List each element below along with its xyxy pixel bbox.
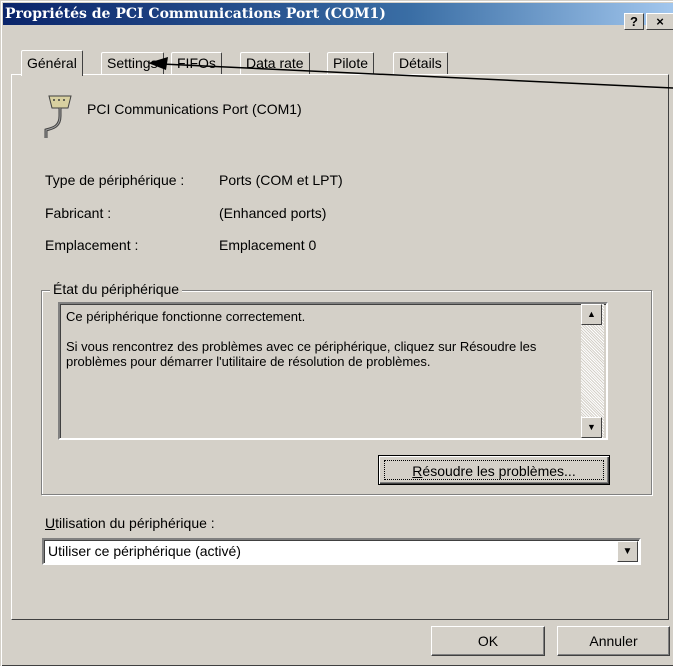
tab-general[interactable]: Général: [21, 50, 83, 76]
annotation-arrow: [148, 57, 673, 89]
